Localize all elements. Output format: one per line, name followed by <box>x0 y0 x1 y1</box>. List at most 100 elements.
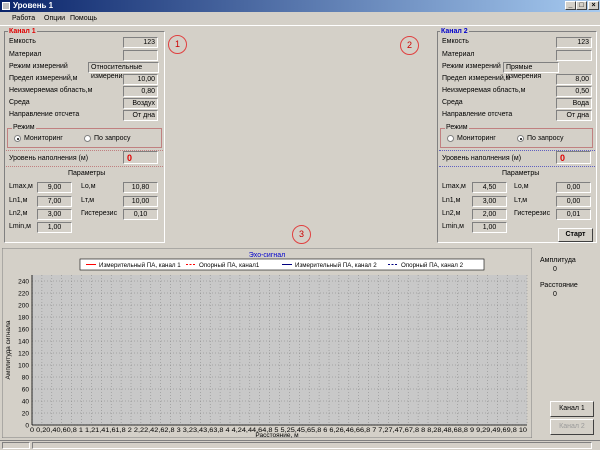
field-label: Неизмеряемая область,м <box>442 87 526 94</box>
param-value[interactable]: 0,00 <box>556 182 591 193</box>
y-tick-label: 140 <box>18 338 29 345</box>
amplitude-value: 0 <box>553 266 557 273</box>
mode-radio-monitoring[interactable] <box>14 135 21 142</box>
start-button[interactable]: Старт <box>558 228 593 242</box>
menu-item-help[interactable]: Помощь <box>70 15 97 22</box>
echo-chart: Эхо-сигнал Измерительный ПА, канал 1 Опорн… <box>2 248 532 438</box>
params-title: Параметры <box>502 170 540 177</box>
mode-title: Режим <box>445 124 469 131</box>
param-value[interactable]: 0,00 <box>556 196 591 207</box>
field-label: Предел измерений,м <box>9 75 78 82</box>
field-value[interactable]: 0,80 <box>123 86 158 97</box>
legend-entry: Измерительный ПА, канал 2 <box>295 262 377 269</box>
param-label: Lт,м <box>514 197 528 204</box>
field-value[interactable]: Прямые измерения <box>503 62 559 80</box>
field-value[interactable]: 123 <box>123 37 158 48</box>
field-value[interactable]: Относительные измерения <box>88 62 159 80</box>
marker-1: 1 <box>168 35 187 54</box>
y-tick-label: 0 <box>25 422 29 429</box>
param-label: Lo,м <box>514 183 529 190</box>
y-tick-label: 180 <box>18 314 29 321</box>
field-label: Материал <box>442 51 475 58</box>
level-value: 0 <box>556 151 591 164</box>
marker-3: 3 <box>292 225 311 244</box>
field-value[interactable] <box>556 50 592 61</box>
level-separator-bottom <box>439 166 595 167</box>
field-value[interactable]: 8,00 <box>556 74 592 85</box>
legend-entry: Опорный ПА, канал1 <box>199 262 260 269</box>
channel1-title: Канал 1 <box>8 28 37 35</box>
field-label: Емкость <box>9 38 36 45</box>
y-tick-label: 240 <box>18 278 29 285</box>
title-bar: Уровень 1 _ □ × <box>0 0 600 12</box>
close-button[interactable]: × <box>588 1 599 10</box>
param-label: Гистерезис <box>81 210 118 217</box>
y-tick-label: 200 <box>18 302 29 309</box>
legend-entry: Опорный ПА, канал 2 <box>401 262 464 269</box>
param-value[interactable]: 7,00 <box>37 196 72 207</box>
channel2-title: Канал 2 <box>440 28 469 35</box>
mode-radio-request[interactable] <box>84 135 91 142</box>
mode-title: Режим <box>12 124 36 131</box>
field-label: Направление отсчета <box>442 111 513 118</box>
field-value[interactable]: От дна <box>123 110 158 121</box>
param-label: Гистерезис <box>514 210 551 217</box>
menu-item-options[interactable]: Опции <box>44 15 65 22</box>
param-value[interactable]: 0,10 <box>123 209 158 220</box>
y-tick-label: 40 <box>22 398 30 405</box>
field-label: Среда <box>442 99 463 106</box>
field-label: Режим измерений <box>9 63 68 70</box>
param-value[interactable]: 4,50 <box>472 182 507 193</box>
status-section-1 <box>2 442 30 449</box>
param-label: Ln2,м <box>442 210 461 217</box>
chart-title: Эхо-сигнал <box>249 252 285 259</box>
param-label: Lmin,м <box>442 223 464 230</box>
distance-value: 0 <box>553 291 557 298</box>
channel2-button[interactable]: Канал 2 <box>550 419 594 435</box>
field-label: Неизмеряемая область,м <box>9 87 93 94</box>
param-label: Lт,м <box>81 197 95 204</box>
param-label: Ln1,м <box>9 197 28 204</box>
mode-option-label: По запросу <box>527 135 564 142</box>
field-label: Предел измерений,м <box>442 75 511 82</box>
param-value[interactable]: 3,00 <box>472 196 507 207</box>
params-title: Параметры <box>68 170 106 177</box>
mode-option-label: Мониторинг <box>457 135 496 142</box>
param-label: Lo,м <box>81 183 96 190</box>
level-value: 0 <box>123 151 158 164</box>
field-label: Направление отсчета <box>9 111 80 118</box>
param-value[interactable]: 10,00 <box>123 196 158 207</box>
field-value[interactable]: Вода <box>556 98 592 109</box>
y-tick-label: 100 <box>18 362 29 369</box>
minimize-button[interactable]: _ <box>565 1 576 10</box>
param-value[interactable]: 1,00 <box>472 222 507 233</box>
field-value[interactable]: 0,50 <box>556 86 592 97</box>
field-label: Режим измерений <box>442 63 501 70</box>
param-label: Lmax,м <box>442 183 466 190</box>
maximize-button[interactable]: □ <box>576 1 587 10</box>
mode-option-label: Мониторинг <box>24 135 63 142</box>
mode-radio-request[interactable] <box>517 135 524 142</box>
field-value[interactable]: 123 <box>556 37 592 48</box>
field-value[interactable]: От дна <box>556 110 592 121</box>
field-label: Емкость <box>442 38 469 45</box>
field-value[interactable] <box>123 50 158 61</box>
param-label: Lmax,м <box>9 183 33 190</box>
param-value[interactable]: 9,00 <box>37 182 72 193</box>
field-value[interactable]: 10,00 <box>123 74 158 85</box>
menu-item-work[interactable]: Работа <box>12 15 35 22</box>
channel1-button[interactable]: Канал 1 <box>550 401 594 417</box>
y-tick-label: 160 <box>18 326 29 333</box>
param-value[interactable]: 2,00 <box>472 209 507 220</box>
chart-container: Эхо-сигнал Измерительный ПА, канал 1 Опорн… <box>2 248 532 438</box>
level-separator-bottom <box>6 166 163 167</box>
menu-bar: Работа Опции Помощь <box>0 12 600 26</box>
field-value[interactable]: Воздух <box>123 98 158 109</box>
mode-radio-monitoring[interactable] <box>447 135 454 142</box>
app-icon <box>2 2 10 10</box>
param-value[interactable]: 10,80 <box>123 182 158 193</box>
window-title: Уровень 1 <box>13 1 54 10</box>
param-value[interactable]: 0,01 <box>556 209 591 220</box>
param-value[interactable]: 3,00 <box>37 209 72 220</box>
param-value[interactable]: 1,00 <box>37 222 72 233</box>
